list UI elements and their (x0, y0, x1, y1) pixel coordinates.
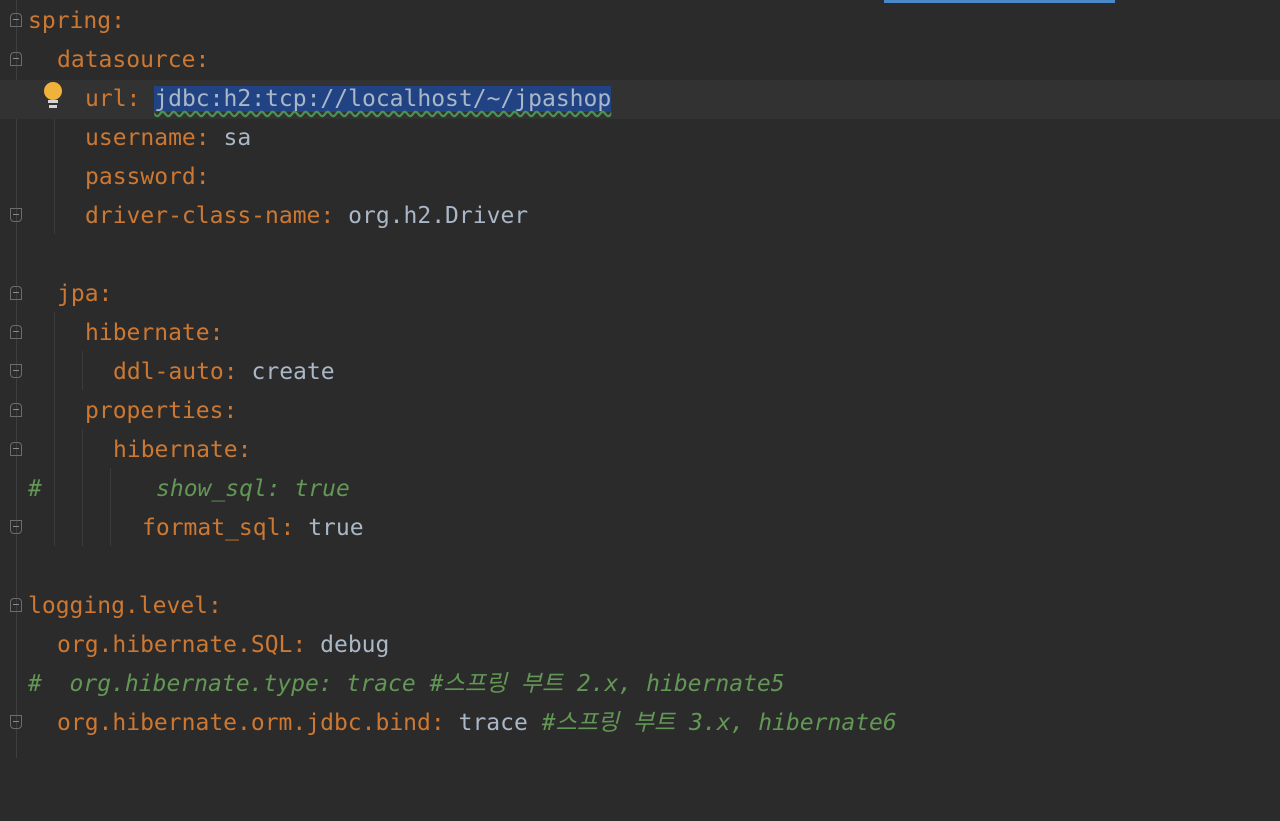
yaml-key: username (85, 125, 196, 151)
code-line[interactable]: username: sa (0, 119, 1280, 158)
yaml-key: driver-class-name (85, 203, 321, 229)
code-line[interactable]: password: (0, 158, 1280, 197)
inline-comment: #스프링 부트 3.x, hibernate6 (527, 710, 897, 736)
code-line[interactable]: jpa: (0, 275, 1280, 314)
code-line[interactable]: format_sql: true (0, 509, 1280, 548)
yaml-value: debug (320, 632, 390, 658)
yaml-value: create (251, 359, 335, 385)
yaml-key: logging.level (28, 593, 209, 619)
yaml-key: properties (85, 398, 224, 424)
code-line-comment[interactable]: # show_sql: true (0, 470, 1280, 509)
code-line[interactable]: spring: (0, 2, 1280, 41)
yaml-key: jpa (57, 281, 99, 307)
yaml-value: sa (223, 125, 252, 151)
yaml-value: trace (458, 710, 528, 736)
yaml-colon: : (126, 86, 141, 112)
yaml-key: org.hibernate.SQL (57, 632, 293, 658)
yaml-colon: : (430, 710, 445, 736)
comment-text: # org.hibernate.type: trace #스프링 부트 2.x,… (28, 671, 785, 697)
code-line[interactable]: org.hibernate.orm.jdbc.bind: trace #스프링 … (0, 704, 1280, 743)
yaml-key: format_sql (142, 515, 281, 541)
code-line-current[interactable]: url: jdbc:h2:tcp://localhost/~/jpashop (0, 80, 1280, 119)
yaml-colon: : (320, 203, 335, 229)
lightbulb-icon[interactable] (42, 82, 64, 110)
yaml-colon: : (280, 515, 295, 541)
yaml-colon: : (111, 8, 125, 34)
code-line[interactable]: datasource: (0, 41, 1280, 80)
yaml-colon: : (223, 359, 238, 385)
yaml-colon: : (195, 125, 210, 151)
yaml-key: password (85, 164, 196, 190)
yaml-editor[interactable]: spring: datasource: url: jdbc:h2:tcp://l… (0, 0, 1280, 758)
yaml-key: hibernate (85, 320, 210, 346)
selected-value[interactable]: jdbc:h2:tcp://localhost/~/jpashop (154, 86, 612, 112)
yaml-key: org.hibernate.orm.jdbc.bind (57, 710, 431, 736)
yaml-key: datasource (57, 47, 196, 73)
yaml-colon: : (237, 437, 252, 463)
code-line-comment[interactable]: # org.hibernate.type: trace #스프링 부트 2.x,… (0, 665, 1280, 704)
yaml-key: hibernate (113, 437, 238, 463)
code-line[interactable]: properties: (0, 392, 1280, 431)
code-line[interactable]: hibernate: (0, 431, 1280, 470)
yaml-colon: : (195, 164, 210, 190)
yaml-colon: : (292, 632, 307, 658)
yaml-colon: : (209, 320, 224, 346)
code-line[interactable]: ddl-auto: create (0, 353, 1280, 392)
code-line[interactable]: driver-class-name: org.h2.Driver (0, 197, 1280, 236)
yaml-key: url (85, 86, 127, 112)
comment-text: show_sql: true (156, 476, 350, 502)
yaml-colon: : (223, 398, 238, 424)
code-line[interactable]: logging.level: (0, 587, 1280, 626)
yaml-colon: : (195, 47, 210, 73)
code-line[interactable]: org.hibernate.SQL: debug (0, 626, 1280, 665)
yaml-key: ddl-auto (113, 359, 224, 385)
yaml-value: org.h2.Driver (348, 203, 529, 229)
yaml-key: spring (28, 8, 112, 34)
yaml-value: true (308, 515, 364, 541)
yaml-colon: : (208, 593, 222, 619)
yaml-colon: : (98, 281, 113, 307)
comment-hash: # (28, 476, 42, 502)
code-line[interactable]: hibernate: (0, 314, 1280, 353)
